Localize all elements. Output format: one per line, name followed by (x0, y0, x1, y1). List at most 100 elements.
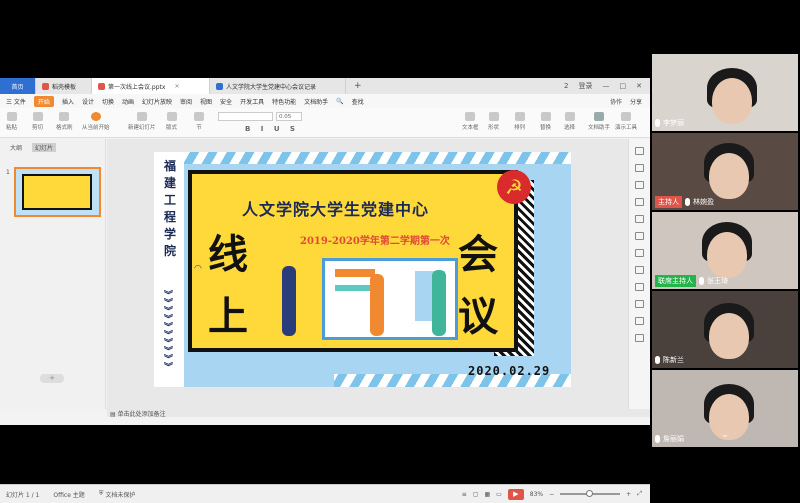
doc-assistant-button[interactable]: 文档助手 (588, 112, 610, 131)
shape-button[interactable]: 形状 (488, 112, 499, 131)
minimize-button[interactable]: — (603, 82, 610, 90)
new-slide-label: 新建幻灯片 (128, 125, 156, 131)
slideshow-play-button[interactable]: ▶ (507, 488, 524, 500)
paste-label: 粘贴 (6, 125, 18, 131)
textbox-button[interactable]: 文本框 (462, 112, 479, 131)
section-label: 节 (196, 125, 202, 131)
notes-toggle-icon[interactable]: ≡ (462, 491, 467, 498)
protection-status[interactable]: 文档未保护 (105, 490, 135, 499)
menu-start[interactable]: 开始 (33, 95, 54, 107)
fit-window-icon[interactable]: ⤢ (637, 490, 642, 498)
textbox-label: 文本框 (462, 125, 479, 131)
participant-tile[interactable]: 主持人 林婉盈 (652, 133, 798, 210)
reading-view-icon[interactable]: ▭ (496, 491, 502, 498)
menu-view[interactable]: 视图 (200, 97, 212, 106)
sorter-view-icon[interactable]: ▦ (484, 491, 490, 498)
cut-button[interactable]: 剪切 (32, 112, 43, 131)
layout-button[interactable]: 版式 (166, 112, 177, 131)
tab-outline[interactable]: 大纲 (10, 143, 22, 152)
menu-developer[interactable]: 开发工具 (240, 97, 264, 106)
font-name-select[interactable] (218, 112, 273, 121)
menu-slideshow[interactable]: 幻灯片放映 (142, 97, 172, 106)
menu-design[interactable]: 设计 (82, 97, 94, 106)
slide-thumbnail-number: 1 (6, 169, 10, 176)
tab-docer[interactable]: 稻壳模板 (36, 78, 92, 94)
presentation-tools-button[interactable]: 演示工具 (615, 112, 637, 131)
image-icon[interactable] (635, 283, 644, 291)
collaborate-button[interactable]: 协作 (610, 97, 622, 106)
location-icon[interactable] (635, 198, 644, 206)
chart-icon[interactable] (635, 266, 644, 274)
participant-face (712, 78, 752, 124)
normal-view-icon[interactable]: ▢ (473, 491, 479, 498)
tab-slides[interactable]: 幻灯片 (32, 143, 57, 152)
search-label[interactable]: 查找 (352, 97, 364, 106)
zoom-slider-knob[interactable] (586, 490, 594, 497)
replace-icon (540, 112, 551, 121)
zoom-in-button[interactable]: + (626, 491, 631, 498)
tab-doc[interactable]: 人文学院大学生党建中心会议记录 (210, 78, 346, 94)
slide-thumbnail[interactable] (14, 167, 101, 217)
play-from-current-button[interactable]: 从当前开始 (82, 112, 110, 131)
chevron-pattern-icon: ︾ ︾ ︾ ︾ ︾ ︾ ︾ ︾ ︾ ︾ (164, 291, 174, 373)
arrange-label: 排列 (514, 125, 526, 131)
zoom-out-button[interactable]: − (549, 491, 554, 498)
participant-tile[interactable]: 李梦丽 (652, 54, 798, 131)
new-slide-button[interactable]: 新建幻灯片 (128, 112, 156, 131)
maximize-button[interactable]: □ (620, 82, 627, 90)
select-label: 选择 (564, 125, 576, 131)
zoom-slider[interactable] (560, 490, 621, 497)
select-button[interactable]: 选择 (564, 112, 575, 131)
participant-tile[interactable]: 陈新兰 (652, 291, 798, 368)
search-icon[interactable]: 🔍 (336, 98, 343, 105)
new-slide-icon (136, 112, 147, 121)
menu-file[interactable]: 三 文件 (6, 97, 26, 106)
comment-icon[interactable] (635, 317, 644, 325)
share-icon[interactable] (635, 300, 644, 308)
participant-name: 李梦丽 (663, 119, 684, 127)
slide-count: 幻灯片 1 / 1 (6, 491, 40, 499)
party-emblem-icon: ☭ (497, 170, 531, 204)
tab-home-label: 首页 (11, 83, 24, 91)
menu-animation[interactable]: 动画 (122, 97, 134, 106)
arrange-button[interactable]: 排列 (514, 112, 525, 131)
section-button[interactable]: 节 (194, 112, 204, 131)
menu-insert[interactable]: 插入 (62, 97, 74, 106)
table-icon[interactable] (635, 249, 644, 257)
add-slide-button[interactable]: + (40, 374, 64, 383)
notes-placeholder: 单击此处添加备注 (117, 411, 166, 418)
tab-pptx[interactable]: 第一次线上会议.pptx ✕ (92, 78, 210, 94)
participant-tile[interactable]: 联席主持人 张王琦 (652, 212, 798, 289)
close-tab-icon[interactable]: ✕ (174, 83, 179, 90)
new-tab-icon[interactable]: + (346, 81, 370, 91)
replace-button[interactable]: 替换 (540, 112, 551, 131)
paste-button[interactable]: 粘贴 (6, 112, 17, 131)
menu-doc-assistant[interactable]: 文档助手 (304, 97, 328, 106)
share-button[interactable]: 分享 (630, 97, 642, 106)
menu-review[interactable]: 审阅 (180, 97, 192, 106)
tab-home[interactable]: 首页 (0, 78, 36, 94)
settings-icon[interactable] (635, 215, 644, 223)
menu-transition[interactable]: 切换 (102, 97, 114, 106)
animation-pane-icon[interactable] (635, 181, 644, 189)
object-properties-icon[interactable] (635, 147, 644, 155)
notes-pane[interactable]: ▤ 单击此处添加备注 (107, 409, 650, 418)
participant-name: 张王琦 (707, 277, 728, 285)
recycle-icon[interactable] (635, 334, 644, 342)
slide-content[interactable]: 福建工程学院 ︾ ︾ ︾ ︾ ︾ ︾ ︾ ︾ ︾ ︾ 人文学院大学生党建中心 2019-2020学… (154, 152, 571, 387)
collapse-chevron-icon[interactable]: ⌄ (716, 430, 734, 442)
menu-features[interactable]: 特色功能 (272, 97, 296, 106)
menu-security[interactable]: 安全 (220, 97, 232, 106)
big-char-yi: 议 (458, 293, 498, 340)
login-button[interactable]: 登录 (579, 81, 593, 91)
theme-name: Office 主题 (53, 491, 85, 499)
text-format-buttons[interactable]: B I U S (245, 125, 299, 133)
layout-icon (166, 112, 177, 121)
format-painter-button[interactable]: 格式刷 (56, 112, 73, 131)
menu-bar: 三 文件 开始 插入 设计 切换 动画 幻灯片放映 审阅 视图 安全 开发工具 … (0, 94, 650, 108)
doc-assistant-label: 文档助手 (588, 125, 611, 131)
close-window-button[interactable]: ✕ (636, 82, 642, 90)
font-size-select[interactable]: 0.05 (276, 112, 302, 121)
grid-icon[interactable] (635, 232, 644, 240)
design-icon[interactable] (635, 164, 644, 172)
